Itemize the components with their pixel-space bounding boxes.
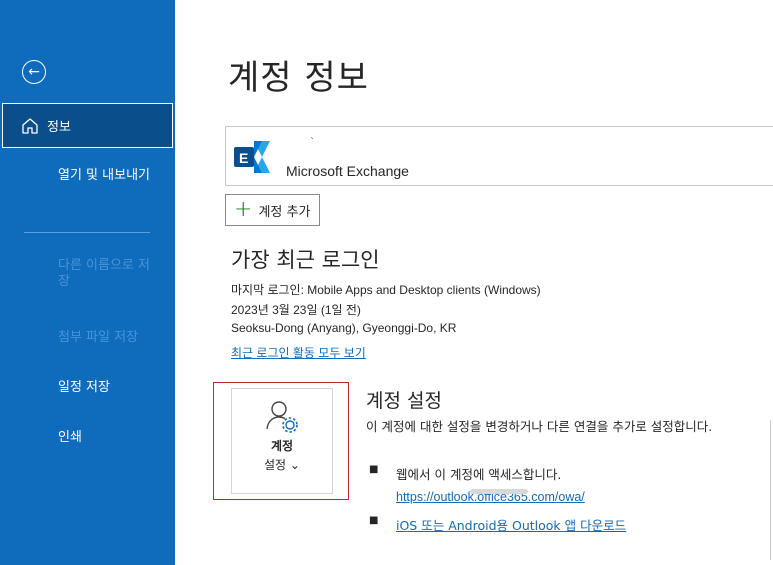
sidebar-item-label: 다른 이름으로 저장: [58, 258, 150, 289]
bullet-icon: ■: [369, 515, 379, 526]
account-selector[interactable]: E ` Microsoft Exchange: [225, 126, 773, 186]
last-login-date: 2023년 3월 23일 (1일 전): [231, 303, 361, 317]
exchange-logo-icon: E: [234, 141, 270, 173]
account-settings-description: 이 계정에 대한 설정을 변경하거나 다른 연결을 추가로 설정합니다.: [366, 419, 713, 434]
svg-text:E: E: [239, 150, 248, 166]
add-account-label: 계정 추가: [258, 204, 311, 220]
panel-border: [770, 420, 771, 560]
sidebar-item-label: 일정 저장: [58, 380, 110, 395]
recent-login-title: 가장 최근 로그인: [231, 248, 380, 272]
main-content: 계정 정보 E ` Microsoft Exchange + 계정 추가 가장 …: [175, 0, 773, 565]
sidebar-item-label: 열기 및 내보내기: [58, 168, 150, 183]
plus-icon: +: [234, 197, 253, 222]
sidebar-item-label: 인쇄: [58, 430, 82, 445]
settings-highlight-frame: 계정 설정 ⌄: [213, 382, 349, 500]
account-email: `: [310, 137, 315, 148]
bullet-icon: ■: [369, 464, 379, 475]
account-settings-label: 계정: [270, 439, 294, 453]
mobile-app-download-link[interactable]: iOS 또는 Android용 Outlook 앱 다운로드: [396, 515, 626, 534]
bullet-web-access: ■ 웹에서 이 계정에 액세스합니다.: [366, 464, 561, 483]
sidebar-item-label: 첨부 파일 저장: [58, 330, 139, 345]
web-access-text: 웹에서 이 계정에 액세스합니다.: [396, 467, 562, 482]
sidebar-item-label: 정보: [47, 120, 71, 135]
user-settings-icon: [266, 401, 298, 433]
add-account-button[interactable]: + 계정 추가: [225, 194, 321, 226]
view-all-logins-link[interactable]: 최근 로그인 활동 모두 보기: [231, 344, 366, 361]
account-settings-dropdown-label: 설정 ⌄: [264, 458, 300, 472]
sidebar-item-print[interactable]: 인쇄: [0, 430, 175, 446]
backstage-sidebar: ← 정보 열기 및 내보내기 다른 이름으로 저장 첨부 파일 저장 일정 저장…: [0, 0, 175, 565]
sidebar-item-info[interactable]: 정보: [2, 103, 173, 148]
sidebar-item-save-calendar[interactable]: 일정 저장: [0, 380, 175, 396]
redacted-mark: [470, 489, 528, 494]
sidebar-item-open-export[interactable]: 열기 및 내보내기: [0, 168, 175, 184]
sidebar-divider: [24, 232, 150, 233]
sidebar-item-save-as: 다른 이름으로 저장: [0, 258, 175, 290]
back-arrow-icon[interactable]: ←: [22, 60, 46, 84]
account-settings-title: 계정 설정: [366, 390, 442, 412]
page-title: 계정 정보: [228, 58, 369, 98]
account-settings-button[interactable]: 계정 설정 ⌄: [231, 388, 333, 494]
sidebar-item-save-attachments: 첨부 파일 저장: [0, 330, 175, 346]
last-login-location: Seoksu-Dong (Anyang), Gyeonggi-Do, KR: [231, 321, 457, 335]
last-login-text: 마지막 로그인: Mobile Apps and Desktop clients…: [231, 283, 541, 297]
home-icon: [22, 117, 38, 134]
account-type: Microsoft Exchange: [286, 163, 409, 179]
bullet-mobile-app: ■ iOS 또는 Android용 Outlook 앱 다운로드: [366, 515, 626, 534]
